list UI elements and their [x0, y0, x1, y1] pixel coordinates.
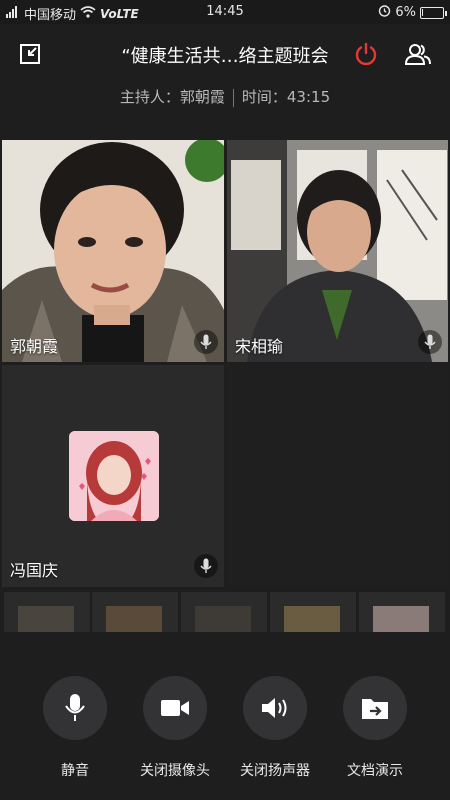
meeting-controls: 静音 关闭摄像头 关闭扬声器 文档演示: [0, 676, 450, 786]
participant-thumbnail[interactable]: [92, 592, 178, 632]
video-tile-participant-2[interactable]: 宋相瑜: [227, 140, 448, 362]
meeting-duration: 时间：43:15: [241, 88, 331, 106]
mic-icon: [418, 330, 442, 354]
participant-name: 宋相瑜: [235, 337, 284, 356]
mute-button[interactable]: 静音: [25, 676, 125, 780]
participant-video-feed: [2, 140, 224, 362]
host-name: 主持人：郭朝霞: [119, 88, 225, 106]
speaker-icon[interactable]: [243, 676, 307, 740]
divider: [232, 88, 234, 107]
document-presentation-label: 文档演示: [347, 763, 403, 779]
speaker-toggle-button[interactable]: 关闭扬声器: [225, 676, 325, 780]
battery-level: [422, 8, 423, 16]
mute-button-label: 静音: [61, 763, 89, 779]
camera-toggle-label: 关闭摄像头: [140, 763, 210, 779]
microphone-icon[interactable]: [43, 676, 107, 740]
participant-name: 冯国庆: [10, 561, 59, 580]
meeting-title: “健康生活共…络主题班会: [121, 46, 329, 67]
host-info: 主持人：郭朝霞 时间：43:15: [0, 86, 450, 107]
battery-icon: [420, 6, 447, 19]
alarm-icon: [378, 4, 391, 21]
participant-thumbnail[interactable]: [4, 592, 90, 632]
participant-thumbnail[interactable]: [181, 592, 267, 632]
status-bar: 中国移动 VoLTE 14:45 6%: [0, 0, 450, 24]
video-tile-participant-1[interactable]: 郭朝霞: [2, 140, 224, 362]
speaker-toggle-label: 关闭扬声器: [240, 763, 310, 779]
participants-icon[interactable]: [404, 40, 432, 68]
minimize-window-icon[interactable]: [16, 40, 44, 68]
participant-thumbnail[interactable]: [359, 592, 445, 632]
participant-avatar: [69, 431, 159, 521]
end-meeting-power-icon[interactable]: [352, 40, 380, 68]
meeting-header: “健康生活共…络主题班会 主持人：郭朝霞 时间：43:15: [0, 24, 450, 140]
mic-icon: [194, 554, 218, 578]
participant-thumbnail-strip[interactable]: [0, 588, 450, 634]
mic-icon: [194, 330, 218, 354]
participant-thumbnail[interactable]: [270, 592, 356, 632]
status-right: 6%: [378, 4, 447, 21]
battery-percent: 6%: [395, 5, 416, 20]
video-camera-icon[interactable]: [143, 676, 207, 740]
participant-name: 郭朝霞: [10, 337, 59, 356]
camera-toggle-button[interactable]: 关闭摄像头: [125, 676, 225, 780]
video-grid: 郭朝霞 宋相瑜 冯国庆: [0, 140, 450, 588]
participant-video-feed: [227, 140, 448, 362]
video-tile-participant-3[interactable]: 冯国庆: [2, 365, 224, 587]
empty-video-slot: [227, 365, 448, 587]
document-presentation-button[interactable]: 文档演示: [325, 676, 425, 780]
share-document-icon[interactable]: [343, 676, 407, 740]
